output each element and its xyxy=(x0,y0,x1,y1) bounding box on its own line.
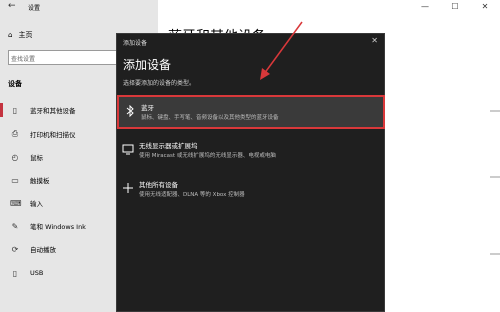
sidebar-home-label: 主页 xyxy=(18,31,33,39)
keyboard-icon: ⌨ xyxy=(10,198,22,208)
dialog-heading: 添加设备 xyxy=(123,58,172,72)
option-desc: 鼠标、键盘、手写笔、音频设备以及其他类型的蓝牙设备 xyxy=(141,115,279,121)
window-controls: — ☐ ✕ xyxy=(410,0,500,14)
dialog-subtitle: 选择要添加的设备的类型。 xyxy=(123,80,196,87)
maximize-button[interactable]: ☐ xyxy=(440,0,470,14)
sidebar-item-label: 鼠标 xyxy=(30,154,43,162)
sidebar-item-label: 蓝牙和其他设备 xyxy=(30,107,76,115)
bluetooth-icon xyxy=(123,104,137,120)
search-placeholder: 查找设置 xyxy=(11,56,36,63)
window-title: 设置 xyxy=(28,5,41,12)
option-desc: 使用无线适配器、DLNA 等的 Xbox 控制器 xyxy=(139,192,245,198)
option-wireless-display[interactable]: 无线显示器或扩展坞 使用 Miracast 或无线扩展坞的无线显示器、电视或电脑 xyxy=(117,135,386,169)
sidebar-item-label: 打印机和扫描仪 xyxy=(30,131,76,139)
annotation-arrow xyxy=(260,21,303,80)
sidebar-category: 设备 xyxy=(8,80,22,88)
mouse-icon: ◴ xyxy=(11,152,19,162)
option-bluetooth[interactable]: 蓝牙 鼠标、键盘、手写笔、音频设备以及其他类型的蓝牙设备 xyxy=(117,95,385,129)
autoplay-icon: ⟳ xyxy=(11,244,19,254)
plus-icon xyxy=(121,182,135,197)
option-title: 无线显示器或扩展坞 xyxy=(139,142,198,150)
content-fragment xyxy=(490,253,500,255)
pen-icon: ✎ xyxy=(11,221,19,231)
printer-icon: ⎙ xyxy=(11,129,19,138)
sidebar-item-label: 触摸板 xyxy=(30,177,50,185)
minimize-button[interactable]: — xyxy=(410,0,440,14)
close-icon[interactable]: ✕ xyxy=(371,36,378,45)
active-indicator xyxy=(0,103,3,117)
option-title: 其他所有设备 xyxy=(139,181,178,189)
bluetooth-devices-icon: ▯ xyxy=(12,105,18,115)
monitor-icon xyxy=(121,143,135,158)
option-desc: 使用 Miracast 或无线扩展坞的无线显示器、电视或电脑 xyxy=(139,153,276,159)
sidebar-home[interactable]: ⌂ 主页 xyxy=(8,30,32,40)
sidebar-item-label: USB xyxy=(30,269,44,277)
touchpad-icon: ▭ xyxy=(11,175,19,185)
option-everything-else[interactable]: 其他所有设备 使用无线适配器、DLNA 等的 Xbox 控制器 xyxy=(117,174,386,208)
usb-icon: ▯ xyxy=(12,268,18,278)
content-fragment xyxy=(490,176,500,178)
sidebar-item-label: 输入 xyxy=(30,200,43,208)
home-icon: ⌂ xyxy=(8,31,13,39)
sidebar-item-label: 自动播放 xyxy=(30,246,56,254)
content-fragment xyxy=(490,110,500,112)
option-title: 蓝牙 xyxy=(141,104,154,112)
back-arrow-icon[interactable]: ← xyxy=(8,1,16,11)
sidebar-item-label: 笔和 Windows Ink xyxy=(30,223,86,231)
close-button[interactable]: ✕ xyxy=(470,0,500,14)
dialog-title: 添加设备 xyxy=(123,40,148,47)
